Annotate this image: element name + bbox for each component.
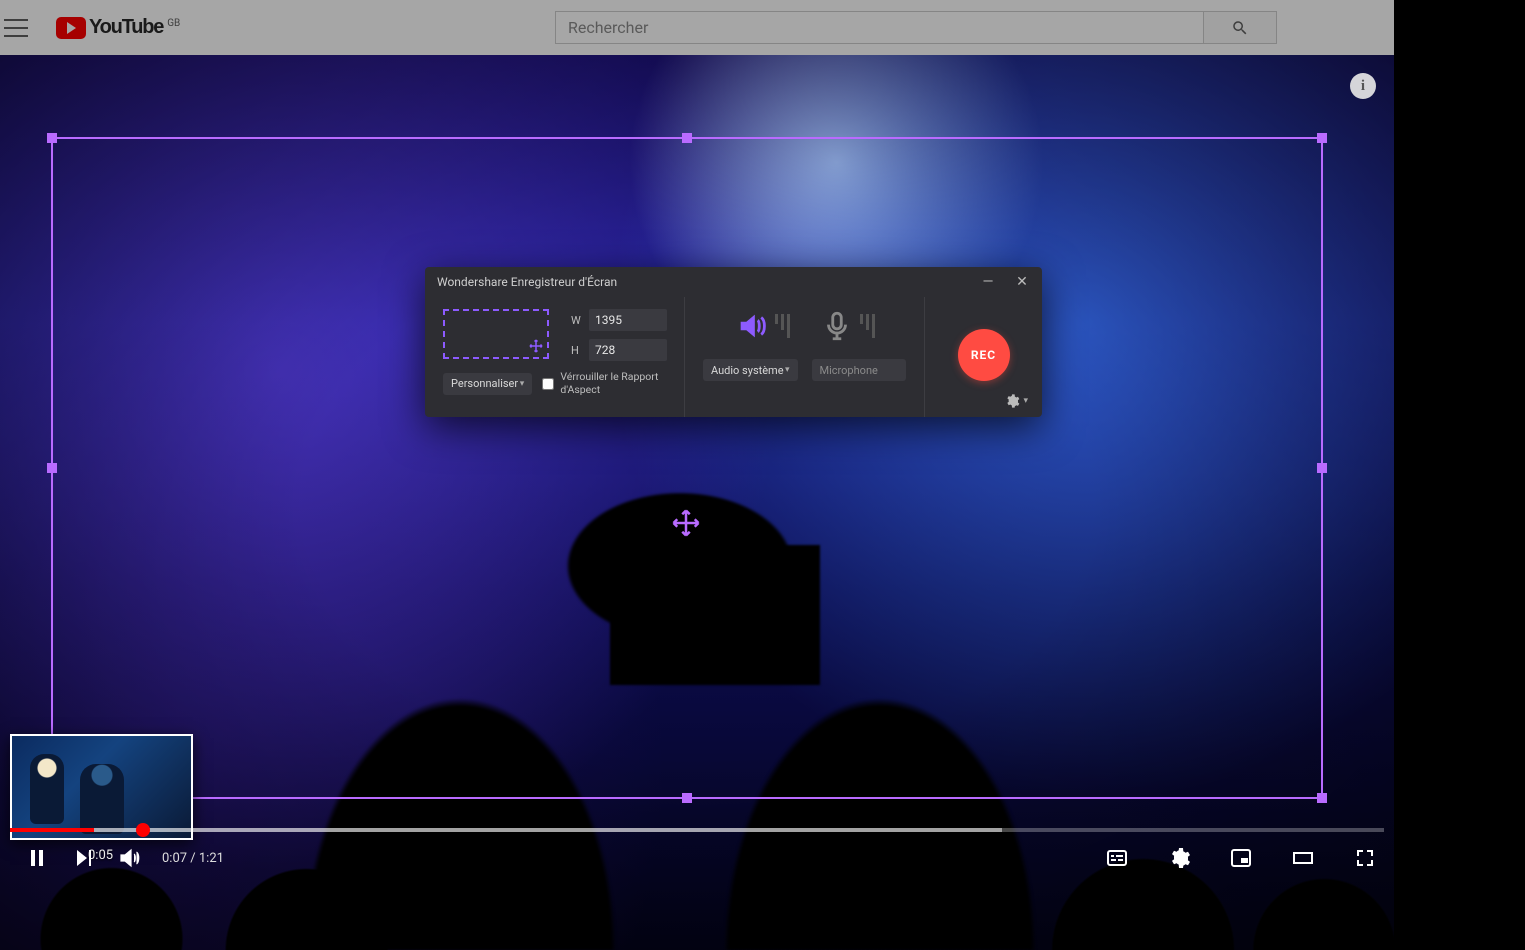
- crop-preview-icon[interactable]: [443, 309, 549, 359]
- dimension-panel: W H Personnaliser ▾: [425, 297, 685, 417]
- settings-button[interactable]: [1164, 843, 1194, 873]
- lock-aspect-checkbox[interactable]: Vérrouiller le Rapport d'Aspect: [542, 371, 666, 396]
- screen-recorder-window[interactable]: Wondershare Enregistreur d'Écran — ✕ W: [425, 267, 1042, 417]
- letterbox-right: [1394, 0, 1525, 950]
- lock-aspect-input[interactable]: [542, 378, 554, 390]
- move-region-handle[interactable]: [660, 497, 712, 549]
- record-panel: REC ▾: [925, 297, 1042, 417]
- microphone-label: Microphone: [820, 364, 878, 377]
- player-controls: 0:07 / 1:21: [0, 834, 1394, 882]
- subtitles-button[interactable]: [1102, 843, 1132, 873]
- miniplayer-button[interactable]: [1226, 843, 1256, 873]
- dim-overlay: [0, 0, 1394, 55]
- microphone-select[interactable]: Microphone: [812, 359, 907, 381]
- time-display: 0:07 / 1:21: [162, 851, 224, 866]
- height-input[interactable]: [589, 339, 667, 361]
- info-icon[interactable]: i: [1350, 73, 1376, 99]
- video-surface[interactable]: i Wondershare Enregistreur d'Écran — ✕: [0, 55, 1394, 950]
- lock-aspect-label: Vérrouiller le Rapport d'Aspect: [560, 371, 666, 396]
- width-label: W: [571, 314, 589, 327]
- seek-preview-thumbnail: [10, 734, 193, 840]
- preset-select-label: Personnaliser: [451, 377, 518, 390]
- gear-icon: [1004, 393, 1020, 409]
- height-label: H: [571, 344, 589, 357]
- width-input[interactable]: [589, 309, 667, 331]
- audio-panel: Audio système ▾ Microphone: [685, 297, 925, 417]
- move-icon: [527, 337, 545, 355]
- preset-select[interactable]: Personnaliser ▾: [443, 373, 532, 395]
- recorder-titlebar[interactable]: Wondershare Enregistreur d'Écran — ✕: [425, 267, 1042, 297]
- next-button[interactable]: [68, 843, 98, 873]
- microphone-icon: [820, 309, 854, 343]
- system-audio-label: Audio système: [711, 364, 784, 377]
- chevron-down-icon: ▾: [520, 379, 525, 389]
- recorder-title: Wondershare Enregistreur d'Écran: [437, 275, 617, 289]
- minimize-button[interactable]: —: [980, 274, 996, 290]
- settings-button[interactable]: ▾: [1004, 393, 1028, 409]
- progress-bar[interactable]: [10, 828, 1384, 832]
- volume-button[interactable]: [114, 843, 144, 873]
- theater-button[interactable]: [1288, 843, 1318, 873]
- mic-level: [860, 314, 875, 338]
- fullscreen-button[interactable]: [1350, 843, 1380, 873]
- record-button-label: REC: [971, 348, 996, 362]
- move-icon: [671, 508, 701, 538]
- progress-buffered: [94, 828, 1002, 832]
- pause-button[interactable]: [22, 843, 52, 873]
- speaker-icon: [735, 309, 769, 343]
- system-audio-select[interactable]: Audio système ▾: [703, 359, 798, 381]
- progress-played: [10, 828, 94, 832]
- chevron-down-icon: ▾: [785, 365, 790, 375]
- system-audio-level: [775, 314, 790, 338]
- record-button[interactable]: REC: [958, 329, 1010, 381]
- close-button[interactable]: ✕: [1014, 274, 1030, 290]
- chevron-down-icon: ▾: [1023, 396, 1028, 406]
